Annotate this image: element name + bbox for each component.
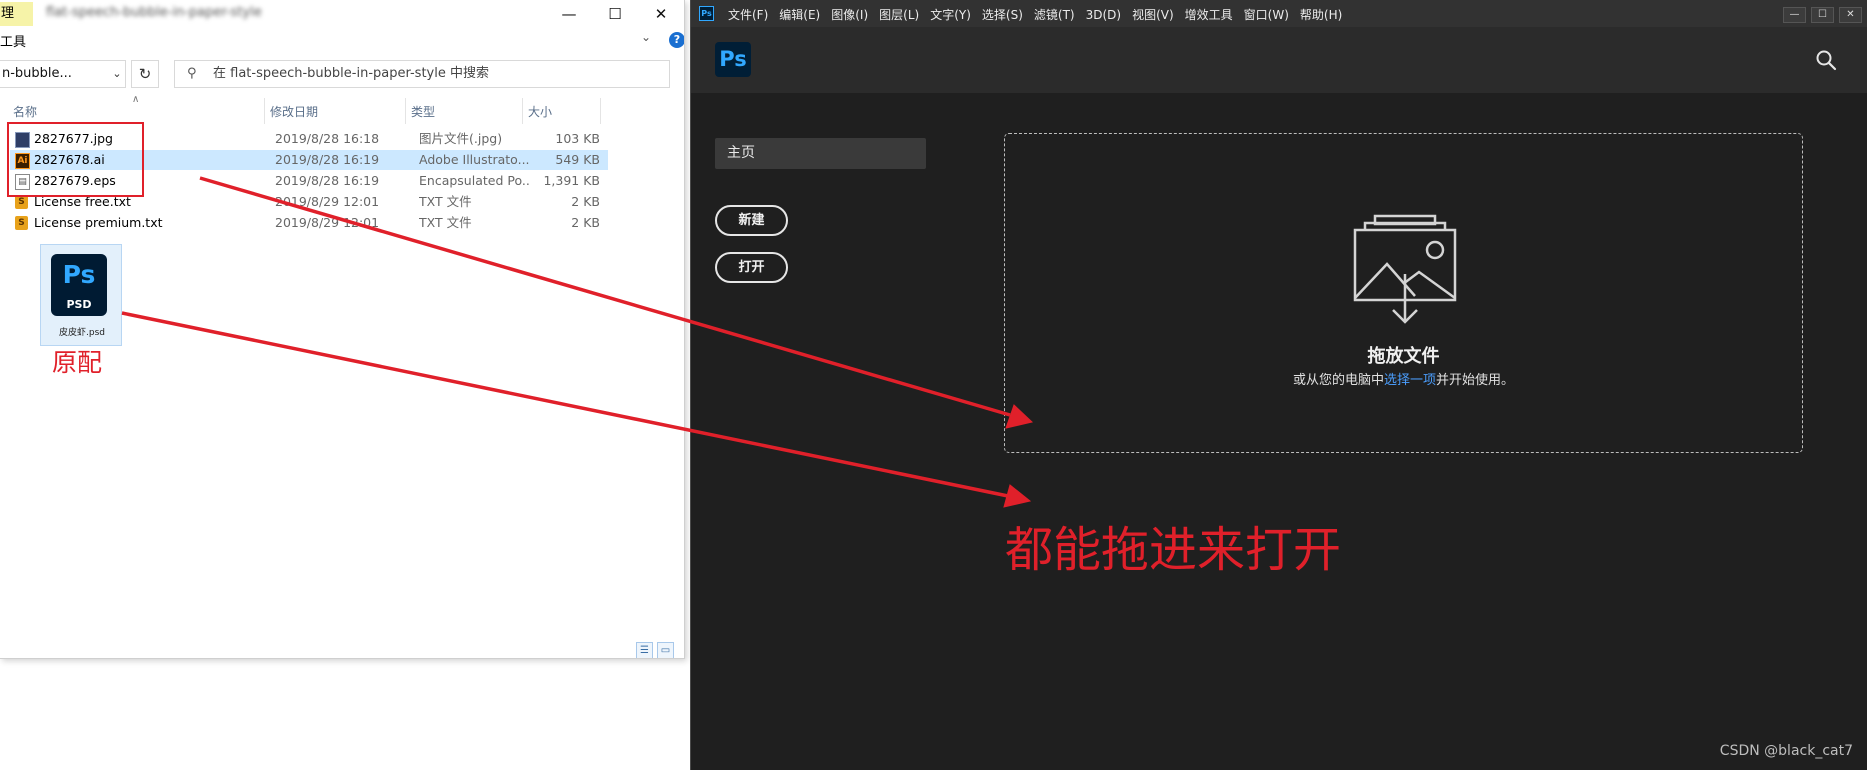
- file-explorer-window: 理 flat-speech-bubble-in-paper-style — ☐ …: [0, 0, 685, 659]
- psd-icon-logo: Ps: [62, 260, 96, 289]
- file-size: 2 KB: [571, 215, 600, 230]
- dropzone-subtitle: 或从您的电脑中选择一项并开始使用。: [1005, 369, 1802, 388]
- column-divider: [264, 98, 265, 124]
- minimize-button[interactable]: —: [546, 0, 592, 28]
- ps-close-icon[interactable]: ✕: [1839, 7, 1862, 23]
- close-button[interactable]: ✕: [638, 0, 684, 28]
- file-size: 549 KB: [555, 152, 600, 167]
- menu-3d[interactable]: 3D(D): [1086, 8, 1121, 22]
- file-type: TXT 文件: [419, 194, 472, 209]
- ps-minimize-icon[interactable]: —: [1783, 7, 1806, 23]
- ribbon-tools-tab[interactable]: 工具: [0, 31, 26, 50]
- file-type: 图片文件(.jpg): [419, 131, 503, 146]
- search-icon[interactable]: [1815, 49, 1837, 71]
- column-header-name[interactable]: 名称: [13, 103, 37, 120]
- maximize-button[interactable]: ☐: [592, 0, 638, 28]
- column-header-size[interactable]: 大小: [528, 103, 552, 120]
- view-switcher: ☰ ▭: [636, 638, 678, 658]
- ps-menubar: Ps 文件(F) 编辑(E) 图像(I) 图层(L) 文字(Y) 选择(S) 滤镜(T) 3D…: [691, 0, 1867, 27]
- file-size: 103 KB: [555, 131, 600, 146]
- file-date: 2019/8/29 12:01: [275, 215, 380, 230]
- refresh-icon: ↻: [138, 65, 152, 83]
- file-date: 2019/8/28 16:19: [275, 152, 380, 167]
- search-icon: ⚲: [187, 66, 197, 81]
- ribbon-expand-chevron-icon[interactable]: ⌄: [641, 30, 651, 44]
- file-row[interactable]: S License premium.txt 2019/8/29 12:01 TX…: [10, 213, 608, 233]
- chevron-down-icon[interactable]: ⌄: [108, 60, 126, 88]
- maximize-icon: ☐: [608, 5, 622, 23]
- menu-image[interactable]: 图像(I): [831, 8, 868, 22]
- open-button[interactable]: 打开: [715, 252, 788, 283]
- ps-maximize-icon[interactable]: ☐: [1811, 7, 1834, 23]
- dropzone-sub-before: 或从您的电脑中: [1292, 373, 1384, 388]
- column-divider: [405, 98, 406, 124]
- search-input[interactable]: ⚲ 在 flat-speech-bubble-in-paper-style 中搜…: [174, 60, 670, 88]
- ps-menu: 文件(F) 编辑(E) 图像(I) 图层(L) 文字(Y) 选择(S) 滤镜(T) 3D(D)…: [728, 6, 1353, 23]
- sidebar-item-home[interactable]: 主页: [715, 138, 926, 169]
- file-type: Encapsulated Po...: [419, 173, 531, 188]
- watermark: CSDN @black_cat7: [1719, 743, 1853, 759]
- menu-layer[interactable]: 图层(L): [879, 8, 919, 22]
- annotation-original-label: 原配: [52, 348, 103, 377]
- ribbon-manage-tab[interactable]: 理: [0, 2, 33, 26]
- ps-home-header: Ps: [691, 27, 1867, 93]
- large-icons-view-icon[interactable]: ▭: [657, 642, 674, 658]
- new-button[interactable]: 新建: [715, 205, 788, 236]
- close-icon: ✕: [654, 5, 668, 23]
- search-placeholder: 在 flat-speech-bubble-in-paper-style 中搜索: [213, 66, 489, 81]
- refresh-button[interactable]: ↻: [131, 60, 159, 88]
- photoshop-window: Ps 文件(F) 编辑(E) 图像(I) 图层(L) 文字(Y) 选择(S) 滤镜(T) 3D…: [690, 0, 1867, 770]
- menu-window[interactable]: 窗口(W): [1244, 8, 1289, 22]
- file-date: 2019/8/28 16:19: [275, 173, 380, 188]
- select-file-link[interactable]: 选择一项: [1384, 373, 1436, 388]
- file-size: 2 KB: [571, 194, 600, 209]
- psd-file-name: 皮皮虾.psd: [59, 328, 105, 338]
- dropzone-sub-after: 并开始使用。: [1436, 373, 1515, 388]
- file-dropzone[interactable]: 拖放文件 或从您的电脑中选择一项并开始使用。: [1004, 133, 1803, 453]
- column-divider: [600, 98, 601, 124]
- psd-icon-label: PSD: [66, 298, 92, 311]
- menu-plugins[interactable]: 增效工具: [1185, 8, 1233, 22]
- ps-logo[interactable]: Ps: [715, 42, 751, 77]
- dropzone-title: 拖放文件: [1367, 346, 1440, 367]
- explorer-titlebar[interactable]: 理 flat-speech-bubble-in-paper-style — ☐ …: [0, 0, 684, 28]
- minimize-icon: —: [561, 5, 577, 23]
- file-type: TXT 文件: [419, 215, 472, 230]
- file-type: Adobe Illustrato...: [419, 152, 530, 167]
- menu-help[interactable]: 帮助(H): [1300, 8, 1342, 22]
- menu-file[interactable]: 文件(F): [728, 8, 768, 22]
- column-header-type[interactable]: 类型: [411, 103, 435, 120]
- menu-select[interactable]: 选择(S): [982, 8, 1023, 22]
- menu-edit[interactable]: 编辑(E): [779, 8, 820, 22]
- txt-file-icon: S: [15, 195, 28, 209]
- details-view-icon[interactable]: ☰: [636, 642, 653, 658]
- file-date: 2019/8/29 12:01: [275, 194, 380, 209]
- annotation-drag-note: 都能拖进来打开: [1005, 522, 1342, 578]
- file-size: 1,391 KB: [543, 173, 600, 188]
- help-icon[interactable]: ?: [669, 32, 684, 48]
- psd-file-tile[interactable]: Ps PSD 皮皮虾.psd: [40, 244, 122, 346]
- column-divider: [522, 98, 523, 124]
- image-drop-icon: [1353, 214, 1457, 324]
- file-date: 2019/8/28 16:18: [275, 131, 380, 146]
- sort-ascending-icon: ∧: [132, 94, 140, 105]
- file-name: License premium.txt: [34, 215, 163, 230]
- psd-file-icon: Ps PSD: [51, 254, 107, 316]
- txt-file-icon: S: [15, 216, 28, 230]
- menu-filter[interactable]: 滤镜(T): [1034, 8, 1075, 22]
- window-title-blurred: flat-speech-bubble-in-paper-style: [46, 5, 262, 20]
- menu-view[interactable]: 视图(V): [1132, 8, 1174, 22]
- ps-window-controls: — ☐ ✕: [1778, 2, 1862, 23]
- highlight-box: [7, 122, 144, 197]
- column-header-date[interactable]: 修改日期: [270, 103, 318, 120]
- menu-type[interactable]: 文字(Y): [930, 8, 971, 22]
- ps-app-icon[interactable]: Ps: [699, 6, 714, 21]
